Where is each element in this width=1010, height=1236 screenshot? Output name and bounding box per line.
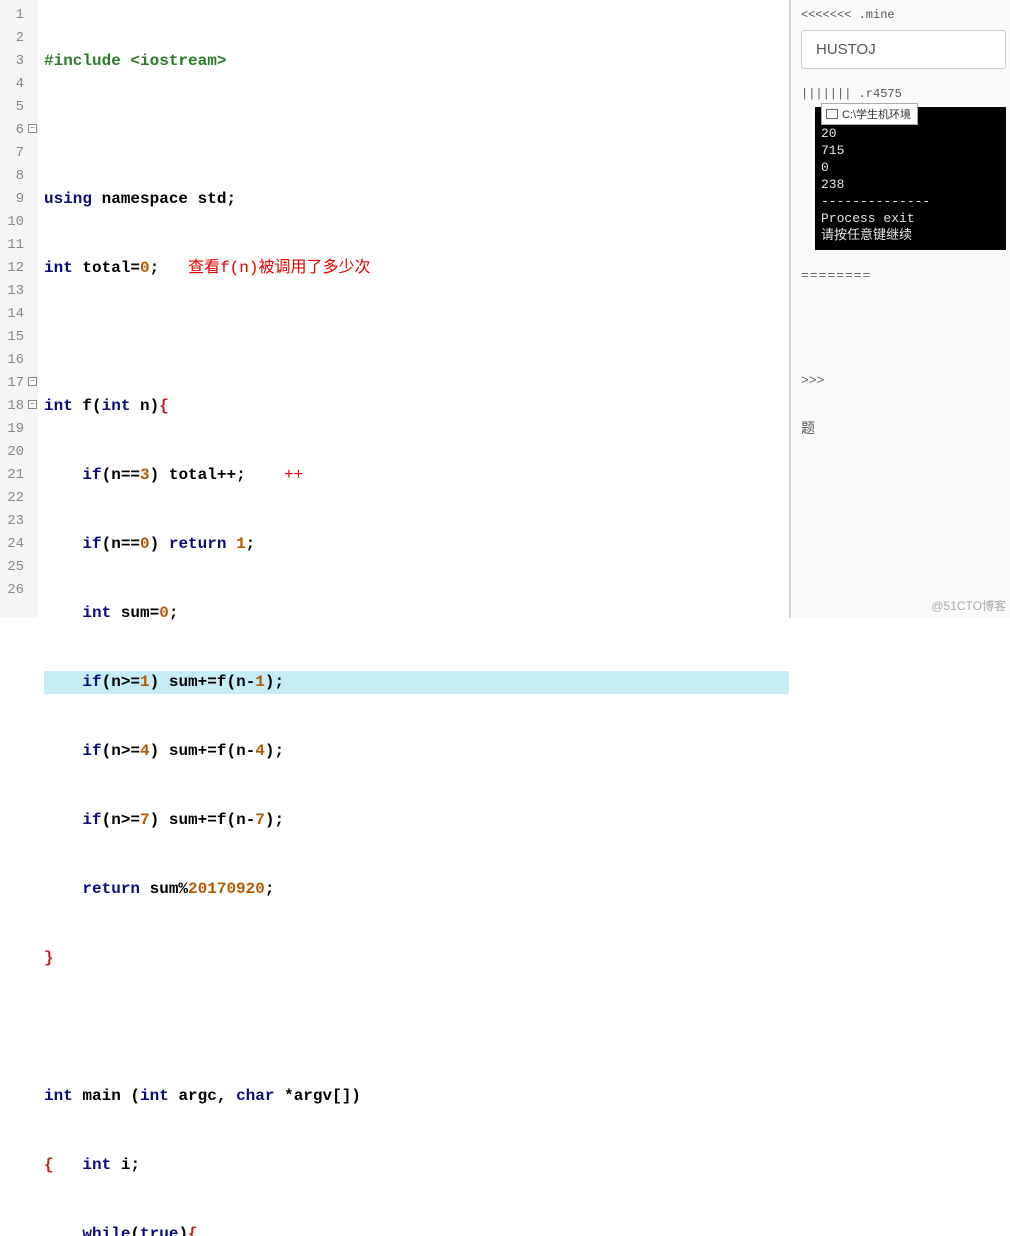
code-line: int main (int argc, char *argv[]) bbox=[44, 1085, 789, 1108]
line-number: 21 bbox=[0, 464, 38, 487]
code-line: int f(int n){ bbox=[44, 395, 789, 418]
line-number: 18− bbox=[0, 395, 38, 418]
code-text-area[interactable]: #include <iostream> using namespace std;… bbox=[38, 0, 789, 618]
annotation: ++ bbox=[284, 466, 303, 484]
line-number: 13 bbox=[0, 280, 38, 303]
code-line: } bbox=[44, 947, 789, 970]
watermark: @51CTO博客 bbox=[931, 597, 1006, 614]
line-number: 16 bbox=[0, 349, 38, 372]
line-number: 10 bbox=[0, 211, 38, 234]
line-number: 2 bbox=[0, 27, 38, 50]
diff-marker-rev: ||||||| .r4575 bbox=[801, 87, 1006, 101]
diff-marker-mine: <<<<<<< .mine bbox=[801, 8, 1006, 22]
line-number: 3 bbox=[0, 50, 38, 73]
line-number: 7 bbox=[0, 142, 38, 165]
line-number: 14 bbox=[0, 303, 38, 326]
line-number: 19 bbox=[0, 418, 38, 441]
annotation: 查看f(n)被调用了多少次 bbox=[188, 259, 370, 277]
line-number: 5 bbox=[0, 96, 38, 119]
code-line: while(true){ bbox=[44, 1223, 789, 1236]
separator-equals: ======== bbox=[801, 268, 1006, 283]
line-number: 15 bbox=[0, 326, 38, 349]
line-number: 12 bbox=[0, 257, 38, 280]
code-editor-pane: 1 2 3 4 5 6− 7 8 9 10 11 12 13 14 15 16 … bbox=[0, 0, 790, 618]
code-line-highlighted: if(n>=1) sum+=f(n-1); bbox=[44, 671, 789, 694]
separator-gt: >>> bbox=[801, 373, 1006, 388]
line-number: 6− bbox=[0, 119, 38, 142]
code-line: { int i; bbox=[44, 1154, 789, 1177]
line-number: 26 bbox=[0, 579, 38, 602]
code-line: #include <iostream> bbox=[44, 50, 789, 73]
line-number: 24 bbox=[0, 533, 38, 556]
title-card[interactable]: HUSTOJ bbox=[801, 30, 1006, 69]
fold-icon[interactable]: − bbox=[28, 400, 37, 409]
code-line: int sum=0; bbox=[44, 602, 789, 625]
code-line: if(n>=7) sum+=f(n-7); bbox=[44, 809, 789, 832]
line-number: 22 bbox=[0, 487, 38, 510]
line-number: 8 bbox=[0, 165, 38, 188]
fold-icon[interactable]: − bbox=[28, 377, 37, 386]
code-line: if(n>=4) sum+=f(n-4); bbox=[44, 740, 789, 763]
code-line: int total=0; 查看f(n)被调用了多少次 bbox=[44, 257, 789, 280]
code-line: return sum%20170920; bbox=[44, 878, 789, 901]
line-number: 9 bbox=[0, 188, 38, 211]
console-window: C:\学生机环境 20 715 0 238 -------------- Pro… bbox=[801, 107, 1006, 250]
line-number: 11 bbox=[0, 234, 38, 257]
side-panel: <<<<<<< .mine HUSTOJ ||||||| .r4575 C:\学… bbox=[790, 0, 1010, 618]
line-number: 23 bbox=[0, 510, 38, 533]
line-number-gutter: 1 2 3 4 5 6− 7 8 9 10 11 12 13 14 15 16 … bbox=[0, 0, 38, 618]
line-number: 17− bbox=[0, 372, 38, 395]
code-line bbox=[44, 326, 789, 349]
console-title-tab[interactable]: C:\学生机环境 bbox=[821, 103, 918, 125]
line-number: 1 bbox=[0, 4, 38, 27]
fold-icon[interactable]: − bbox=[28, 124, 37, 133]
code-line: using namespace std; bbox=[44, 188, 789, 211]
code-line: if(n==0) return 1; bbox=[44, 533, 789, 556]
code-line: if(n==3) total++; ++ bbox=[44, 464, 789, 487]
console-output[interactable]: 20 715 0 238 -------------- Process exit… bbox=[815, 107, 1006, 250]
line-number: 20 bbox=[0, 441, 38, 464]
code-line bbox=[44, 1016, 789, 1039]
code-line bbox=[44, 119, 789, 142]
bottom-label: 题 bbox=[801, 418, 1006, 438]
console-icon bbox=[826, 109, 838, 119]
line-number: 25 bbox=[0, 556, 38, 579]
line-number: 4 bbox=[0, 73, 38, 96]
